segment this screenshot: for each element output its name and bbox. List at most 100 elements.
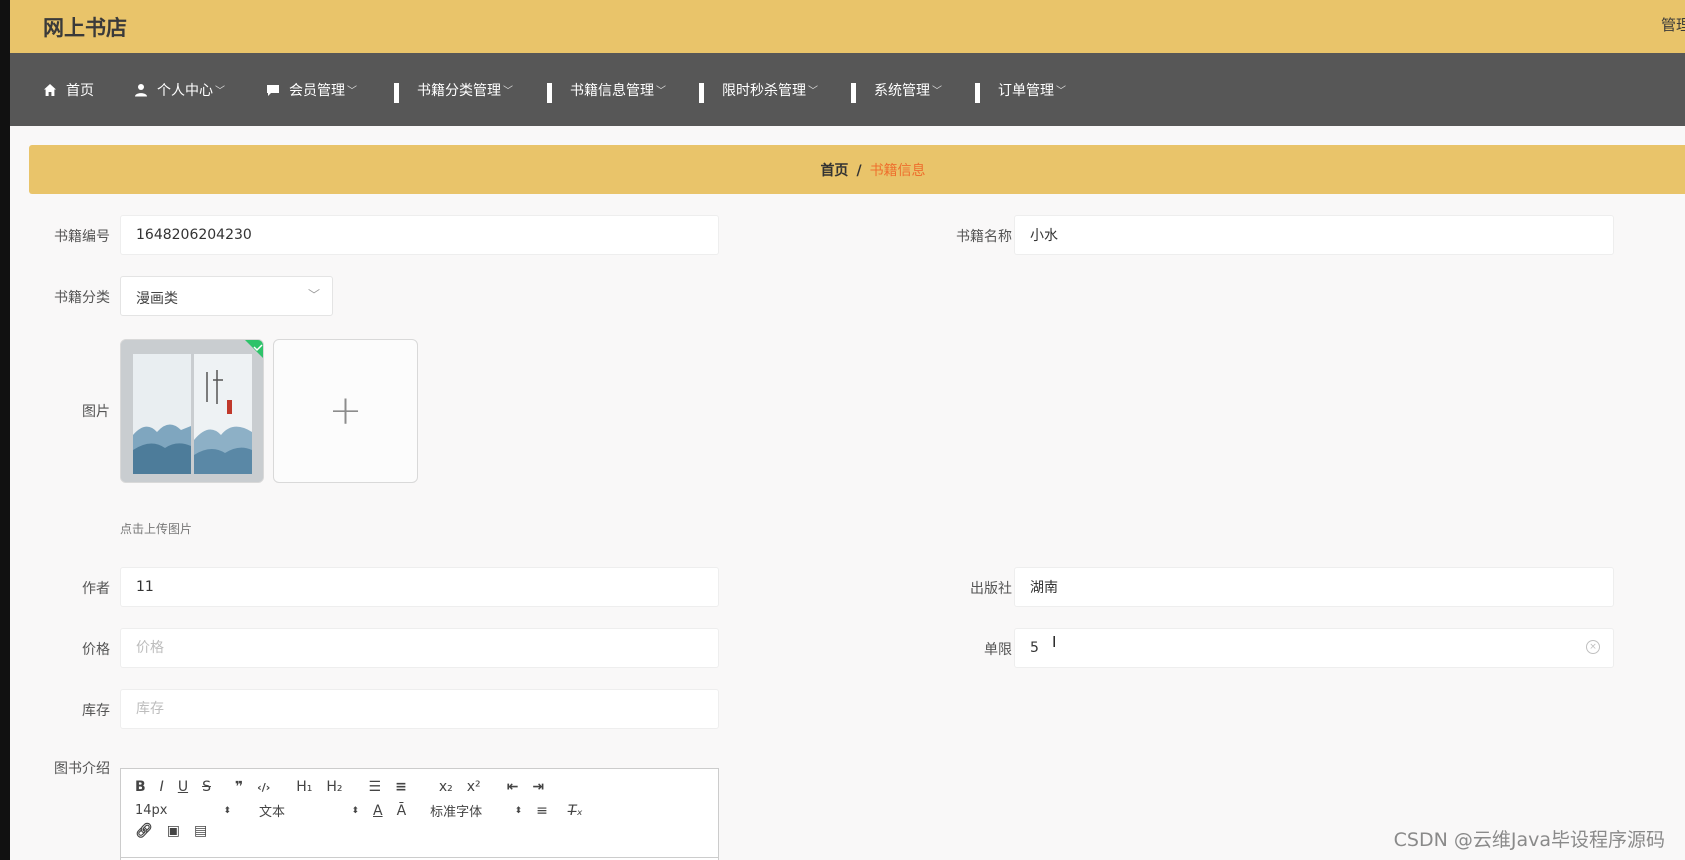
user-icon xyxy=(134,83,148,97)
grid-icon xyxy=(851,82,865,103)
limit-input[interactable] xyxy=(1014,628,1614,668)
chevron-down-icon: ﹀ xyxy=(503,86,513,97)
nav-label: 首页 xyxy=(66,82,94,99)
publisher-input[interactable] xyxy=(1014,567,1614,607)
book-no-input[interactable] xyxy=(120,215,719,255)
chevron-down-icon: ﹀ xyxy=(307,288,320,302)
font-size-value: 14px xyxy=(135,803,168,818)
clear-format-icon[interactable]: T̶ₓ xyxy=(568,803,583,819)
code-icon[interactable]: ‹/› xyxy=(257,781,270,794)
breadcrumb-current: 书籍信息 xyxy=(869,163,926,179)
breadcrumb-separator: / xyxy=(856,163,862,179)
chevron-down-icon: ﹀ xyxy=(808,86,818,97)
book-cover-thumbnail[interactable] xyxy=(120,339,264,483)
updown-icon: ⬍ xyxy=(223,805,231,816)
bold-icon[interactable]: B xyxy=(135,779,146,795)
category-label: 书籍分类 xyxy=(54,290,110,306)
nav-label: 书籍分类管理 xyxy=(417,82,501,99)
nav-label: 限时秒杀管理 xyxy=(722,82,806,99)
category-selected-value: 漫画类 xyxy=(136,291,178,307)
editor-toolbar-row-3: 🔗︎ ▣ ▤ xyxy=(135,823,221,839)
watermark: CSDN @云维Java毕设程序源码 xyxy=(1393,829,1665,851)
rich-text-editor: B I U S ❞ ‹/› H₁ H₂ ☰ ≡ x₂ x² ⇤ ⇥ 14px ⬍ … xyxy=(120,768,719,860)
font-family-value: 标准字体 xyxy=(430,805,483,820)
nav-system-management[interactable]: 系统管理 ﹀ xyxy=(851,53,942,126)
updown-icon: ⬍ xyxy=(514,805,523,816)
bullet-list-icon[interactable]: ≡ xyxy=(395,779,407,795)
book-name-label: 书籍名称 xyxy=(956,229,1012,245)
heading1-icon[interactable]: H₁ xyxy=(296,779,312,795)
author-input[interactable] xyxy=(120,567,719,607)
book-cover-image xyxy=(121,340,263,482)
plus-icon: + xyxy=(328,388,363,434)
strike-icon[interactable]: S xyxy=(202,779,211,795)
grid-icon xyxy=(699,82,713,103)
nav-order-management[interactable]: 订单管理 ﹀ xyxy=(975,53,1066,126)
nav-label: 个人中心 xyxy=(157,82,213,99)
breadcrumb: 首页 / 书籍信息 xyxy=(29,160,1685,180)
chevron-down-icon: ﹀ xyxy=(347,86,357,97)
chevron-down-icon: ﹀ xyxy=(1056,86,1066,97)
limit-label: 单限 xyxy=(984,642,1012,658)
image-upload-button[interactable]: + xyxy=(273,339,418,483)
nav-label: 订单管理 xyxy=(998,82,1054,99)
chat-icon xyxy=(266,83,280,97)
publisher-label: 出版社 xyxy=(970,581,1012,597)
grid-icon xyxy=(394,82,408,103)
underline-icon[interactable]: U xyxy=(178,779,188,795)
price-input[interactable] xyxy=(120,628,719,668)
font-color-icon[interactable]: A xyxy=(373,803,383,819)
font-size-select[interactable]: 14px ⬍ xyxy=(135,803,231,818)
price-label: 价格 xyxy=(82,642,110,658)
nav-label: 系统管理 xyxy=(874,82,930,99)
align-icon[interactable]: ≡ xyxy=(536,803,548,819)
editor-toolbar-row-1: B I U S ❞ ‹/› H₁ H₂ ☰ ≡ x₂ x² ⇤ ⇥ xyxy=(135,779,558,795)
book-no-label: 书籍编号 xyxy=(54,229,110,245)
breadcrumb-bar: 首页 / 书籍信息 xyxy=(29,145,1685,194)
nav-label: 书籍信息管理 xyxy=(570,82,654,99)
image-icon[interactable]: ▣ xyxy=(167,823,180,839)
video-icon[interactable]: ▤ xyxy=(194,823,207,839)
app-frame: 网上书店 管理 首页 个人中心 ﹀ 会员管理 ﹀ 书籍分类管理 ﹀ 书籍信息管理… xyxy=(10,0,1685,860)
editor-divider xyxy=(121,857,718,858)
author-label: 作者 xyxy=(82,581,110,597)
stock-label: 库存 xyxy=(82,703,110,719)
nav-member-management[interactable]: 会员管理 ﹀ xyxy=(266,53,357,126)
book-name-input[interactable] xyxy=(1014,215,1614,255)
background-color-icon[interactable]: Ā xyxy=(397,803,407,819)
limit-input-wrapper: × xyxy=(1014,628,1614,668)
breadcrumb-home[interactable]: 首页 xyxy=(820,163,848,179)
superscript-icon[interactable]: x² xyxy=(467,779,481,795)
outdent-icon[interactable]: ⇤ xyxy=(507,779,519,795)
nav-flash-sale-management[interactable]: 限时秒杀管理 ﹀ xyxy=(699,53,818,126)
image-label: 图片 xyxy=(82,404,110,420)
subscript-icon[interactable]: x₂ xyxy=(439,779,453,795)
grid-icon xyxy=(975,82,989,103)
ordered-list-icon[interactable]: ☰ xyxy=(369,779,382,795)
editor-toolbar-row-2: 14px ⬍ 文本 ⬍ A Ā 标准字体 ⬍ ≡ T̶ₓ xyxy=(135,801,597,821)
clear-icon[interactable]: × xyxy=(1586,640,1600,654)
nav-home[interactable]: 首页 xyxy=(43,53,94,126)
top-header: 网上书店 管理 xyxy=(10,0,1685,53)
stock-input[interactable] xyxy=(120,689,719,729)
text-type-value: 文本 xyxy=(259,805,286,820)
font-family-select[interactable]: 标准字体 ⬍ xyxy=(430,801,522,820)
nav-category-management[interactable]: 书籍分类管理 ﹀ xyxy=(394,53,513,126)
nav-book-info-management[interactable]: 书籍信息管理 ﹀ xyxy=(547,53,666,126)
italic-icon[interactable]: I xyxy=(160,779,164,795)
chevron-down-icon: ﹀ xyxy=(932,86,942,97)
grid-icon xyxy=(547,82,561,103)
category-select[interactable]: 漫画类 ﹀ xyxy=(120,276,333,316)
blockquote-icon[interactable]: ❞ xyxy=(235,779,243,795)
indent-icon[interactable]: ⇥ xyxy=(532,779,544,795)
link-icon[interactable]: 🔗︎ xyxy=(135,823,153,839)
nav-personal-center[interactable]: 个人中心 ﹀ xyxy=(134,53,225,126)
nav-label: 会员管理 xyxy=(289,82,345,99)
main-nav: 首页 个人中心 ﹀ 会员管理 ﹀ 书籍分类管理 ﹀ 书籍信息管理 ﹀ 限时秒杀管理 ﹀ xyxy=(10,53,1685,126)
heading2-icon[interactable]: H₂ xyxy=(326,779,342,795)
header-type-select[interactable]: 文本 ⬍ xyxy=(259,801,359,820)
chevron-down-icon: ﹀ xyxy=(656,86,666,97)
chevron-down-icon: ﹀ xyxy=(215,86,225,97)
admin-menu[interactable]: 管理 xyxy=(1661,14,1685,35)
text-cursor-icon: I xyxy=(1052,633,1057,651)
